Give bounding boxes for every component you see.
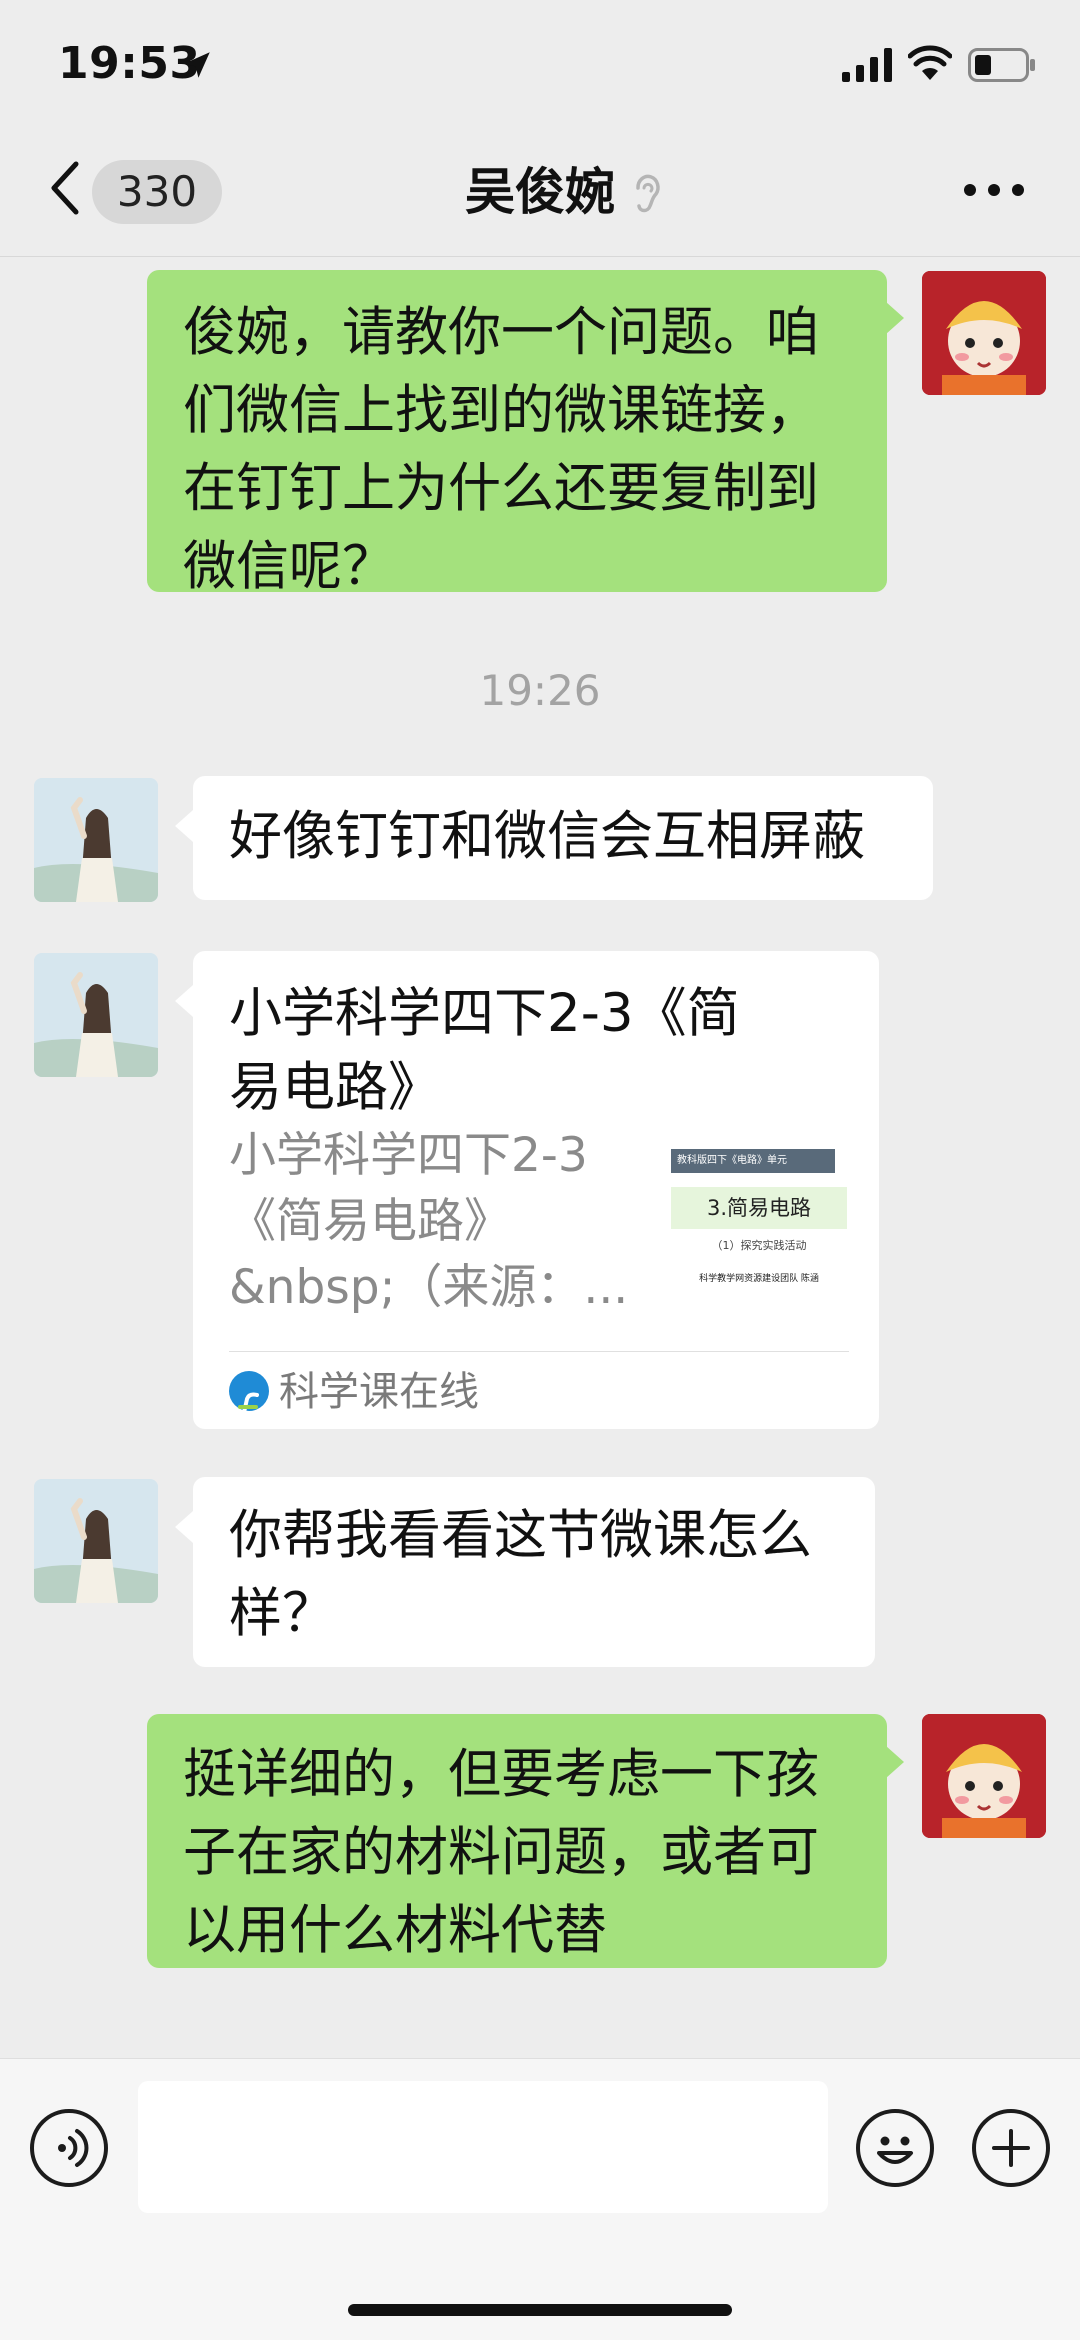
my-avatar[interactable] bbox=[922, 271, 1046, 395]
contact-avatar[interactable] bbox=[34, 778, 158, 902]
link-card[interactable]: 小学科学四下2-3《简易电路》 小学科学四下2-3《简易电路》&nbsp;（来源… bbox=[193, 951, 879, 1429]
thumbnail-subtitle: （1）探究实践活动 bbox=[711, 1239, 807, 1252]
cartoon-tiger-avatar-icon bbox=[922, 1714, 1046, 1838]
message-list[interactable]: 俊婉，请教你一个问题。咱们微信上找到的微课链接，在钉钉上为什么还要复制到微信呢？… bbox=[0, 256, 1080, 2056]
woman-photo-avatar-icon bbox=[34, 1479, 158, 1603]
chat-header: 330 吴俊婉 bbox=[0, 130, 1080, 257]
voice-input-button[interactable] bbox=[30, 2109, 108, 2187]
message-input[interactable] bbox=[138, 2081, 828, 2213]
message-text: 好像钉钉和微信会互相屏蔽 bbox=[229, 806, 865, 867]
input-bar bbox=[0, 2058, 1080, 2340]
wifi-icon bbox=[908, 45, 952, 80]
contact-avatar[interactable] bbox=[34, 953, 158, 1077]
home-indicator[interactable] bbox=[348, 2304, 732, 2316]
thumbnail-title: 3.简易电路 bbox=[706, 1196, 812, 1220]
message-text: 俊婉，请教你一个问题。咱们微信上找到的微课链接，在钉钉上为什么还要复制到微信呢？ bbox=[183, 302, 819, 597]
outgoing-message-bubble[interactable]: 俊婉，请教你一个问题。咱们微信上找到的微课链接，在钉钉上为什么还要复制到微信呢？ bbox=[147, 270, 887, 597]
incoming-message-bubble[interactable]: 好像钉钉和微信会互相屏蔽 bbox=[193, 776, 933, 900]
outgoing-message-bubble[interactable]: 挺详细的，但要考虑一下孩子在家的材料问题，或者可以用什么材料代替 bbox=[147, 1714, 887, 1968]
voice-wave-icon bbox=[58, 2129, 89, 2167]
status-bar: 19:53 bbox=[0, 0, 1080, 130]
woman-photo-avatar-icon bbox=[34, 778, 158, 902]
cartoon-tiger-avatar-icon bbox=[922, 271, 1046, 395]
more-options-icon[interactable] bbox=[962, 182, 1026, 198]
incoming-message-bubble[interactable]: 你帮我看看这节微课怎么样？ bbox=[193, 1477, 875, 1667]
thumbnail-header: 教科版四下《电路》单元 bbox=[677, 1155, 787, 1166]
link-card-divider bbox=[229, 1351, 849, 1352]
woman-photo-avatar-icon bbox=[34, 953, 158, 1077]
link-card-source: 科学课在线 bbox=[279, 1369, 479, 1415]
link-card-thumbnail: 教科版四下《电路》单元 3.简易电路 （1）探究实践活动 科学教学网资源建设团队… bbox=[671, 1149, 847, 1309]
thumbnail-footer: 科学教学网资源建设团队 陈涵 bbox=[699, 1274, 819, 1284]
battery-icon bbox=[968, 48, 1035, 82]
location-arrow-icon bbox=[184, 52, 210, 78]
link-card-title: 小学科学四下2-3《简易电路》 bbox=[229, 983, 740, 1118]
link-card-description: 小学科学四下2-3《简易电路》&nbsp;（来源：... bbox=[229, 1128, 629, 1315]
plus-icon bbox=[992, 2129, 1030, 2167]
my-avatar[interactable] bbox=[922, 1714, 1046, 1838]
message-timestamp: 19:26 bbox=[479, 666, 601, 715]
cellular-signal-icon bbox=[842, 48, 892, 82]
ear-icon bbox=[636, 174, 660, 213]
contact-name: 吴俊婉 bbox=[465, 163, 615, 221]
emoji-button[interactable] bbox=[856, 2109, 934, 2187]
smiley-icon bbox=[877, 2136, 913, 2164]
more-functions-button[interactable] bbox=[972, 2109, 1050, 2187]
source-logo-icon bbox=[229, 1371, 269, 1419]
contact-avatar[interactable] bbox=[34, 1479, 158, 1603]
message-text: 挺详细的，但要考虑一下孩子在家的材料问题，或者可以用什么材料代替 bbox=[183, 1744, 819, 1961]
message-text: 你帮我看看这节微课怎么样？ bbox=[229, 1505, 812, 1644]
